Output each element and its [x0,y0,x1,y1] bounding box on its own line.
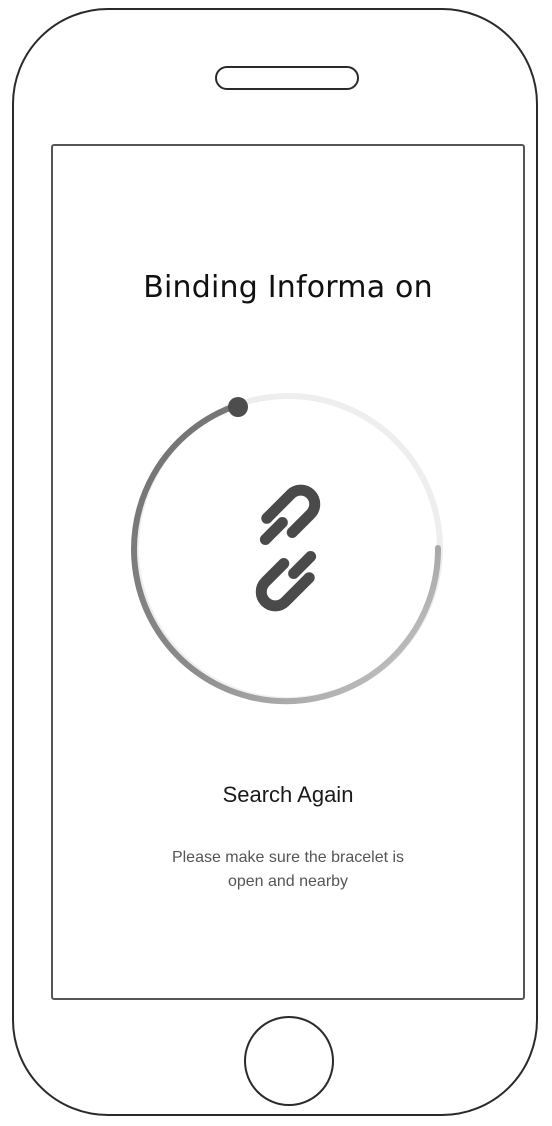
search-again-button[interactable]: Search Again [51,782,525,808]
search-progress-ring [131,393,443,705]
home-button[interactable] [244,1016,334,1106]
link-icon [255,484,321,612]
progress-arc [131,402,442,705]
progress-dot [228,397,248,417]
hint-line-1: Please make sure the bracelet is [171,849,405,866]
page-title: Binding Informa on [143,270,433,305]
phone-mockup: Binding Informa on Search Again Please m… [0,0,552,1126]
hint-line-2: open and nearby [227,873,349,890]
hint-text: Please make sure the bracelet is open an… [80,846,496,894]
speaker-slot [215,66,359,90]
